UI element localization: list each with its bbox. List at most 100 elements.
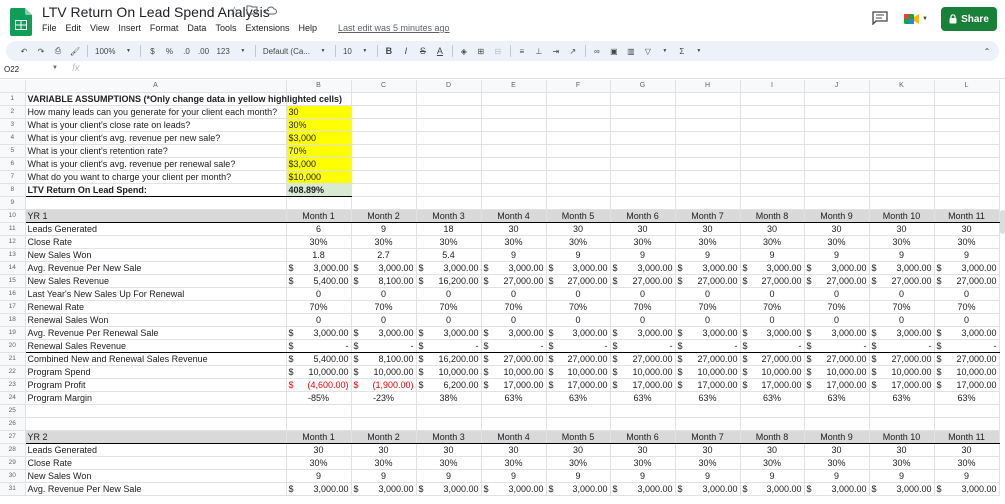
empty-cell[interactable] <box>934 144 1000 158</box>
value-cell[interactable]: 5.4 <box>416 248 482 262</box>
currency-cell[interactable]: $10,000.00 <box>610 365 676 379</box>
value-cell[interactable]: 30 <box>934 443 1000 457</box>
row-header[interactable]: 15 <box>0 274 26 288</box>
currency-cell[interactable]: $3,000.00 <box>546 482 611 496</box>
month-header[interactable]: Month 4 <box>481 430 547 444</box>
menu-extensions[interactable]: Extensions <box>245 23 289 33</box>
currency-cell[interactable]: $3,000.00 <box>804 326 870 340</box>
empty-cell[interactable] <box>740 183 805 197</box>
empty-cell[interactable] <box>675 131 741 145</box>
value-cell[interactable]: 70% <box>546 300 611 314</box>
month-header[interactable]: Month 2 <box>351 430 417 444</box>
column-header-j[interactable]: J <box>804 80 870 93</box>
currency-cell[interactable]: $27,000.00 <box>481 274 547 288</box>
empty-cell[interactable] <box>804 417 870 431</box>
currency-cell[interactable]: $17,000.00 <box>934 378 1000 392</box>
empty-cell[interactable] <box>610 105 676 119</box>
column-header-i[interactable]: I <box>740 80 805 93</box>
value-cell[interactable]: 30 <box>804 222 870 236</box>
empty-cell[interactable] <box>610 170 676 184</box>
value-cell[interactable]: 9 <box>351 222 417 236</box>
row-header[interactable]: 21 <box>0 352 26 366</box>
empty-cell[interactable] <box>546 157 611 171</box>
currency-cell[interactable]: $17,000.00 <box>610 378 676 392</box>
currency-cell[interactable]: $3,000.00 <box>740 326 805 340</box>
empty-cell[interactable] <box>740 118 805 132</box>
currency-cell[interactable]: $27,000.00 <box>481 352 547 366</box>
font-family-select[interactable]: Default (Ca... <box>261 44 312 58</box>
value-cell[interactable]: 63% <box>804 391 870 405</box>
column-header-a[interactable]: A <box>25 80 287 93</box>
vertical-align-icon[interactable]: ⊥ <box>533 44 545 58</box>
row-header[interactable]: 28 <box>0 443 26 457</box>
empty-cell[interactable] <box>804 144 870 158</box>
value-cell[interactable]: 30 <box>934 222 1000 236</box>
currency-cell[interactable]: $ - <box>804 339 870 353</box>
empty-cell[interactable] <box>869 170 935 184</box>
value-cell[interactable]: 30 <box>740 222 805 236</box>
empty-cell[interactable] <box>351 118 417 132</box>
currency-cell[interactable]: $3,000.00 <box>675 326 741 340</box>
value-cell[interactable]: 0 <box>675 287 741 301</box>
percent-format-button[interactable]: % <box>163 44 175 58</box>
month-header[interactable]: Month 3 <box>416 430 482 444</box>
column-header-k[interactable]: K <box>869 80 935 93</box>
functions-icon[interactable]: Σ <box>676 44 688 58</box>
empty-cell[interactable] <box>546 118 611 132</box>
currency-cell[interactable]: $3,000.00 <box>804 261 870 275</box>
empty-cell[interactable] <box>740 417 805 431</box>
empty-cell[interactable] <box>934 118 1000 132</box>
row-header[interactable]: 2 <box>0 105 26 119</box>
value-cell[interactable]: 30 <box>869 222 935 236</box>
value-cell[interactable]: 30% <box>546 456 611 470</box>
move-folder-icon[interactable] <box>246 4 258 18</box>
empty-cell[interactable] <box>481 196 547 210</box>
metric-label[interactable]: Last Year's New Sales Up For Renewal <box>25 287 287 301</box>
month-header[interactable]: Month 7 <box>675 430 741 444</box>
value-cell[interactable]: 18 <box>416 222 482 236</box>
value-cell[interactable]: 0 <box>481 313 547 327</box>
empty-cell[interactable] <box>351 144 417 158</box>
column-header-g[interactable]: G <box>610 80 676 93</box>
value-cell[interactable]: 30% <box>286 456 352 470</box>
year-title[interactable]: YR 2 <box>25 430 287 444</box>
empty-cell[interactable] <box>481 404 547 418</box>
month-header[interactable]: Month 8 <box>740 430 805 444</box>
value-cell[interactable]: 30% <box>351 456 417 470</box>
value-cell[interactable]: 0 <box>546 287 611 301</box>
currency-cell[interactable]: $3,000.00 <box>416 261 482 275</box>
currency-cell[interactable]: $10,000.00 <box>481 365 547 379</box>
more-formats-button[interactable]: 123 <box>214 44 231 58</box>
value-cell[interactable]: 9 <box>869 248 935 262</box>
value-cell[interactable]: 30% <box>804 456 870 470</box>
column-header-e[interactable]: E <box>481 80 547 93</box>
currency-cell[interactable]: $27,000.00 <box>546 352 611 366</box>
empty-cell[interactable] <box>286 404 352 418</box>
value-cell[interactable]: 0 <box>740 287 805 301</box>
menu-edit[interactable]: Edit <box>66 23 82 33</box>
currency-cell[interactable]: $3,000.00 <box>610 261 676 275</box>
menu-insert[interactable]: Insert <box>118 23 141 33</box>
empty-cell[interactable] <box>740 170 805 184</box>
empty-cell[interactable] <box>416 131 482 145</box>
value-cell[interactable]: 63% <box>481 391 547 405</box>
value-cell[interactable]: 0 <box>869 313 935 327</box>
currency-cell[interactable]: $3,000.00 <box>286 261 352 275</box>
row-header[interactable]: 3 <box>0 118 26 132</box>
currency-cell[interactable]: $10,000.00 <box>546 365 611 379</box>
undo-icon[interactable]: ↶ <box>18 44 30 58</box>
value-cell[interactable]: 30 <box>286 443 352 457</box>
month-header[interactable]: Month 10 <box>869 209 935 223</box>
value-cell[interactable]: 9 <box>610 469 676 483</box>
row-header[interactable]: 22 <box>0 365 26 379</box>
value-cell[interactable]: 63% <box>934 391 1000 405</box>
empty-cell[interactable] <box>351 157 417 171</box>
month-header[interactable]: Month 6 <box>610 430 676 444</box>
value-cell[interactable]: 2.7 <box>351 248 417 262</box>
menu-file[interactable]: File <box>42 23 57 33</box>
empty-cell[interactable] <box>804 105 870 119</box>
currency-cell[interactable]: $10,000.00 <box>416 365 482 379</box>
metric-label[interactable]: Program Profit <box>25 378 287 392</box>
empty-cell[interactable] <box>934 417 1000 431</box>
value-cell[interactable]: 30% <box>675 235 741 249</box>
